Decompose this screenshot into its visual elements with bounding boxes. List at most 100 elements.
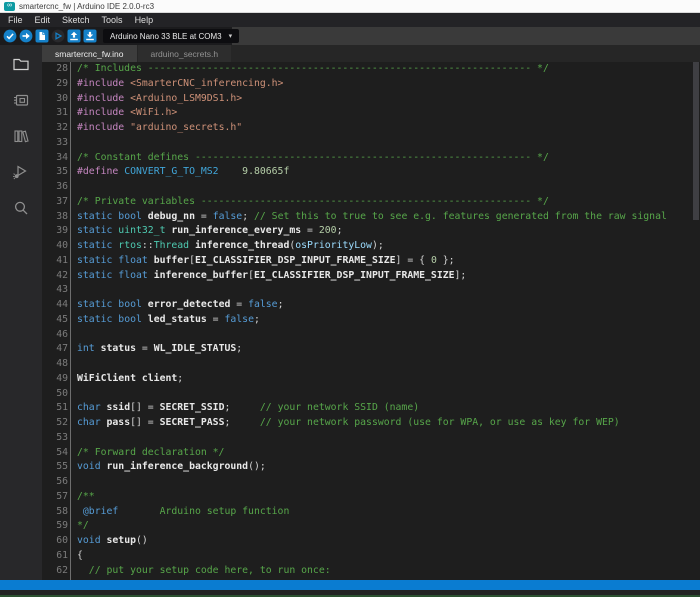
line-number: 56 xyxy=(42,475,68,490)
menu-bar: File Edit Sketch Tools Help xyxy=(0,13,700,27)
menu-tools[interactable]: Tools xyxy=(96,15,129,25)
debug-icon xyxy=(12,163,30,181)
menu-edit[interactable]: Edit xyxy=(29,15,57,25)
line-number: 46 xyxy=(42,328,68,343)
line-number: 33 xyxy=(42,136,68,151)
code-line[interactable]: 50 xyxy=(42,387,700,402)
arrow-right-icon xyxy=(19,29,33,43)
board-chip-icon xyxy=(12,91,30,109)
code-line[interactable]: 43 xyxy=(42,283,700,298)
code-line[interactable]: 33 xyxy=(42,136,700,151)
code-line[interactable]: 57/** xyxy=(42,490,700,505)
line-number: 57 xyxy=(42,490,68,505)
line-number: 44 xyxy=(42,298,68,313)
menu-sketch[interactable]: Sketch xyxy=(56,15,96,25)
code-line[interactable]: 38static bool debug_nn = false; // Set t… xyxy=(42,210,700,225)
editor-scrollbar[interactable] xyxy=(693,62,699,220)
debug-play-icon xyxy=(51,29,65,43)
code-line[interactable]: 49WiFiClient client; xyxy=(42,372,700,387)
line-number: 30 xyxy=(42,92,68,107)
board-selector-label: Arduino Nano 33 BLE at COM3 xyxy=(110,32,222,41)
chevron-down-icon: ▾ xyxy=(229,32,233,40)
arrow-up-icon xyxy=(67,29,81,43)
new-sketch-button[interactable] xyxy=(35,29,49,43)
code-line[interactable]: 51char ssid[] = SECRET_SSID; // your net… xyxy=(42,401,700,416)
code-line[interactable]: 55void run_inference_background(); xyxy=(42,460,700,475)
debug-button[interactable] xyxy=(51,29,65,43)
tab-smartercnc-fw-ino[interactable]: smartercnc_fw.ino xyxy=(42,45,137,62)
open-button[interactable] xyxy=(67,29,81,43)
code-line[interactable]: 46 xyxy=(42,328,700,343)
code-line[interactable]: 48 xyxy=(42,357,700,372)
line-number: 39 xyxy=(42,224,68,239)
code-line[interactable]: 30#include <Arduino_LSM9DS1.h> xyxy=(42,92,700,107)
code-line[interactable]: 54/* Forward declaration */ xyxy=(42,446,700,461)
line-number: 53 xyxy=(42,431,68,446)
code-line[interactable]: 41static float buffer[EI_CLASSIFIER_DSP_… xyxy=(42,254,700,269)
line-number: 40 xyxy=(42,239,68,254)
code-line[interactable]: 60void setup() xyxy=(42,534,700,549)
code-line[interactable]: 56 xyxy=(42,475,700,490)
code-line[interactable]: 32#include "arduino_secrets.h" xyxy=(42,121,700,136)
code-line[interactable]: 42static float inference_buffer[EI_CLASS… xyxy=(42,269,700,284)
line-number: 37 xyxy=(42,195,68,210)
line-number: 58 xyxy=(42,505,68,520)
code-lines: 28/* Includes --------------------------… xyxy=(42,62,700,578)
tab-label: arduino_secrets.h xyxy=(151,49,219,59)
upload-button[interactable] xyxy=(19,29,33,43)
code-line[interactable]: 39static uint32_t run_inference_every_ms… xyxy=(42,224,700,239)
code-line[interactable]: 31#include <WiFi.h> xyxy=(42,106,700,121)
arrow-down-icon xyxy=(83,29,97,43)
code-line[interactable]: 35#define CONVERT_G_TO_MS2 9.80665f xyxy=(42,165,700,180)
line-number: 43 xyxy=(42,283,68,298)
code-line[interactable]: 45static bool led_status = false; xyxy=(42,313,700,328)
code-line[interactable]: 44static bool error_detected = false; xyxy=(42,298,700,313)
code-line[interactable]: 40static rtos::Thread inference_thread(o… xyxy=(42,239,700,254)
code-line[interactable]: 58 @brief Arduino setup function xyxy=(42,505,700,520)
window-titlebar: ∞ smartercnc_fw | Arduino IDE 2.0.0-rc3 xyxy=(0,0,700,13)
code-line[interactable]: 62 // put your setup code here, to run o… xyxy=(42,564,700,579)
code-line[interactable]: 28/* Includes --------------------------… xyxy=(42,62,700,77)
line-number: 59 xyxy=(42,519,68,534)
code-line[interactable]: 47int status = WL_IDLE_STATUS; xyxy=(42,342,700,357)
code-line[interactable]: 52char pass[] = SECRET_PASS; // your net… xyxy=(42,416,700,431)
menu-file[interactable]: File xyxy=(2,15,29,25)
verify-button[interactable] xyxy=(3,29,17,43)
gutter-divider xyxy=(70,62,71,580)
document-icon xyxy=(35,29,49,43)
activity-sidebar xyxy=(0,45,42,580)
window-title: smartercnc_fw | Arduino IDE 2.0.0-rc3 xyxy=(19,2,154,11)
tab-label: smartercnc_fw.ino xyxy=(55,49,124,59)
line-number: 49 xyxy=(42,372,68,387)
code-line[interactable]: 53 xyxy=(42,431,700,446)
line-number: 36 xyxy=(42,180,68,195)
sidebar-item-sketchbook[interactable] xyxy=(12,55,30,73)
line-number: 45 xyxy=(42,313,68,328)
code-line[interactable]: 29#include <SmarterCNC_inferencing.h> xyxy=(42,77,700,92)
code-editor[interactable]: 28/* Includes --------------------------… xyxy=(42,62,700,580)
line-number: 47 xyxy=(42,342,68,357)
sidebar-item-debug[interactable] xyxy=(12,163,30,181)
sidebar-item-library-manager[interactable] xyxy=(12,127,30,145)
tab-arduino-secrets-h[interactable]: arduino_secrets.h xyxy=(138,45,232,62)
line-number: 35 xyxy=(42,165,68,180)
menu-help[interactable]: Help xyxy=(129,15,160,25)
code-line[interactable]: 34/* Constant defines ------------------… xyxy=(42,151,700,166)
code-line[interactable]: 61{ xyxy=(42,549,700,564)
code-line[interactable]: 59*/ xyxy=(42,519,700,534)
board-selector[interactable]: Arduino Nano 33 BLE at COM3 ▾ xyxy=(103,29,239,43)
editor-tab-bar: smartercnc_fw.ino arduino_secrets.h xyxy=(42,45,700,62)
code-line[interactable]: 36 xyxy=(42,180,700,195)
line-number: 32 xyxy=(42,121,68,136)
check-icon xyxy=(3,29,17,43)
line-number: 48 xyxy=(42,357,68,372)
sidebar-item-search[interactable] xyxy=(12,199,30,217)
save-button[interactable] xyxy=(83,29,97,43)
line-number: 50 xyxy=(42,387,68,402)
line-number: 54 xyxy=(42,446,68,461)
sidebar-item-boards-manager[interactable] xyxy=(12,91,30,109)
code-line[interactable]: 37/* Private variables -----------------… xyxy=(42,195,700,210)
books-icon xyxy=(12,127,30,145)
line-number: 51 xyxy=(42,401,68,416)
line-number: 55 xyxy=(42,460,68,475)
